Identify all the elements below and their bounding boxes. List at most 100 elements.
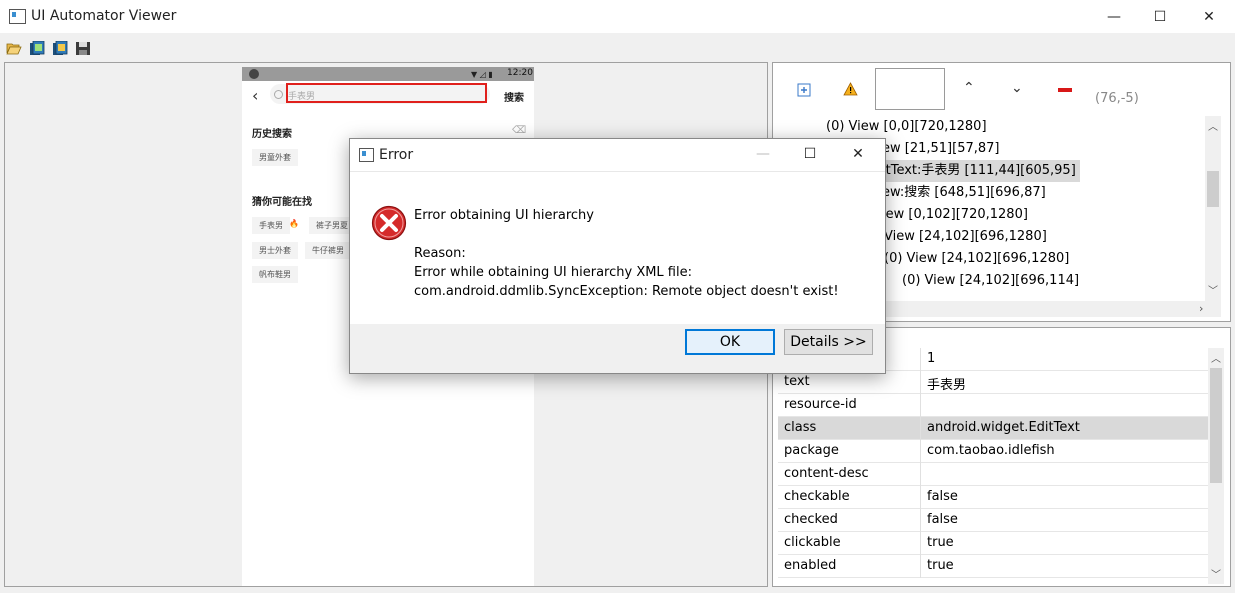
scroll-down-icon[interactable]: ﹀ — [1208, 566, 1224, 581]
property-row[interactable]: resource-id — [778, 394, 1208, 417]
close-button[interactable]: ✕ — [1186, 0, 1232, 33]
tree-vertical-scrollbar[interactable]: ︿ ﹀ — [1205, 116, 1221, 301]
app-icon — [9, 9, 26, 24]
window-title: UI Automator Viewer — [31, 8, 177, 24]
property-key: content-desc — [784, 466, 869, 481]
tree-node[interactable]: ew:搜索 [648,51][696,87] — [882, 182, 1046, 204]
error-icon — [371, 205, 407, 241]
device-screenshot-compressed-icon[interactable] — [52, 41, 68, 56]
clear-icon[interactable] — [1058, 88, 1072, 92]
property-value: true — [927, 535, 954, 550]
history-title: 历史搜索 — [252, 129, 292, 140]
tree-node[interactable]: ew [21,51][57,87] — [882, 138, 999, 160]
tree-node[interactable]: (0) View [24,102][696,1280] — [884, 248, 1069, 270]
props-vertical-scrollbar[interactable]: ︿ ﹀ — [1208, 348, 1224, 584]
column-divider — [920, 509, 921, 532]
tree-node[interactable]: iew [0,102][720,1280] — [882, 204, 1028, 226]
property-value: 手表男 — [927, 378, 967, 393]
property-row[interactable]: checkable false — [778, 486, 1208, 509]
search-icon — [274, 90, 283, 99]
next-node-icon[interactable]: ⌃ — [1011, 78, 1023, 94]
error-heading: Error obtaining UI hierarchy — [414, 208, 594, 223]
main-toolbar — [0, 37, 1235, 61]
property-value: false — [927, 489, 958, 504]
property-key: checkable — [784, 489, 850, 504]
property-value: true — [927, 558, 954, 573]
column-divider — [920, 348, 921, 371]
dialog-app-icon — [359, 148, 374, 162]
guess-chip: 男士外套 — [252, 242, 298, 259]
node-preview-box — [875, 68, 945, 110]
dialog-minimize-button[interactable]: — — [740, 139, 786, 169]
open-folder-icon[interactable] — [6, 41, 22, 56]
dialog-divider — [350, 171, 885, 172]
property-key: text — [784, 374, 810, 389]
reason-line-2: com.android.ddmlib.SyncException: Remote… — [414, 284, 839, 299]
tree-node[interactable]: (0) View [24,102][696,114] — [902, 270, 1079, 292]
property-row[interactable]: content-desc — [778, 463, 1208, 486]
guess-chip: 帆布鞋男 — [252, 266, 298, 283]
scroll-thumb[interactable] — [1207, 171, 1219, 207]
tree-node[interactable]: View [24,102][696,1280] — [884, 226, 1047, 248]
expand-all-icon[interactable] — [797, 83, 811, 97]
dialog-close-button[interactable]: ✕ — [835, 139, 881, 169]
property-value: com.taobao.idlefish — [927, 443, 1055, 458]
history-chip: 男童外套 — [252, 149, 298, 166]
status-icons: ▼ ◿ ▮ — [471, 70, 493, 79]
property-value: false — [927, 512, 958, 527]
property-key: class — [784, 420, 817, 435]
status-time: 12:20 — [507, 68, 533, 78]
property-key: clickable — [784, 535, 841, 550]
tree-node[interactable]: (0) View [0,0][720,1280] — [826, 116, 987, 138]
column-divider — [920, 463, 921, 486]
dialog-button-bar: OK Details >> — [350, 324, 885, 373]
guess-chip: 牛仔裤男 — [305, 242, 351, 259]
reason-label: Reason: — [414, 246, 466, 261]
scroll-up-icon[interactable]: ︿ — [1208, 350, 1224, 365]
column-divider — [920, 555, 921, 578]
property-key: resource-id — [784, 397, 857, 412]
phone-search-button: 搜索 — [504, 93, 524, 104]
property-row[interactable]: enabled true — [778, 555, 1208, 578]
minimize-button[interactable]: — — [1091, 0, 1137, 33]
property-row[interactable]: class android.widget.EditText — [778, 417, 1208, 440]
property-key: enabled — [784, 558, 837, 573]
column-divider — [920, 371, 921, 394]
warning-icon[interactable] — [843, 82, 858, 96]
guess-title: 猜你可能在找 — [252, 197, 312, 208]
trash-icon: ⌫ — [512, 125, 527, 136]
scroll-right-icon[interactable]: › — [1199, 302, 1203, 315]
selected-node-highlight — [286, 83, 487, 103]
property-row[interactable]: package com.taobao.idlefish — [778, 440, 1208, 463]
tree-node[interactable]: itText:手表男 [111,44][605,95] — [882, 160, 1080, 182]
ok-button[interactable]: OK — [685, 329, 775, 355]
notification-icon — [249, 69, 259, 79]
maximize-button[interactable]: ☐ — [1137, 0, 1183, 33]
scroll-down-icon[interactable]: ﹀ — [1205, 282, 1221, 297]
property-value: android.widget.EditText — [927, 420, 1080, 435]
details-button[interactable]: Details >> — [784, 329, 873, 355]
column-divider — [920, 486, 921, 509]
property-row[interactable]: text 手表男 — [778, 371, 1208, 394]
scroll-up-icon[interactable]: ︿ — [1205, 118, 1221, 133]
back-icon: ‹ — [252, 86, 259, 105]
properties-table: 1 text 手表男 resource-id class android.widget.E… — [778, 348, 1208, 584]
property-row[interactable]: checked false — [778, 509, 1208, 532]
column-divider — [920, 394, 921, 417]
device-screenshot-icon[interactable] — [29, 41, 45, 56]
scroll-thumb[interactable] — [1210, 368, 1222, 483]
error-dialog: Error — ☐ ✕ Error obtaining UI hierarchy… — [349, 138, 886, 374]
column-divider — [920, 532, 921, 555]
property-row[interactable]: clickable true — [778, 532, 1208, 555]
dialog-maximize-button[interactable]: ☐ — [787, 139, 833, 169]
phone-status-bar: ▼ ◿ ▮ 12:20 — [242, 67, 534, 81]
guess-chip: 手表男 — [252, 217, 290, 234]
save-icon[interactable] — [75, 41, 91, 56]
column-divider — [920, 417, 921, 440]
hot-icon: 🔥 — [289, 219, 299, 228]
column-divider — [920, 440, 921, 463]
property-key: checked — [784, 512, 838, 527]
previous-node-icon[interactable]: ⌃ — [963, 80, 975, 96]
coordinates-label: (76,-5) — [1095, 91, 1139, 106]
title-bar: UI Automator Viewer — ☐ ✕ — [0, 0, 1235, 33]
